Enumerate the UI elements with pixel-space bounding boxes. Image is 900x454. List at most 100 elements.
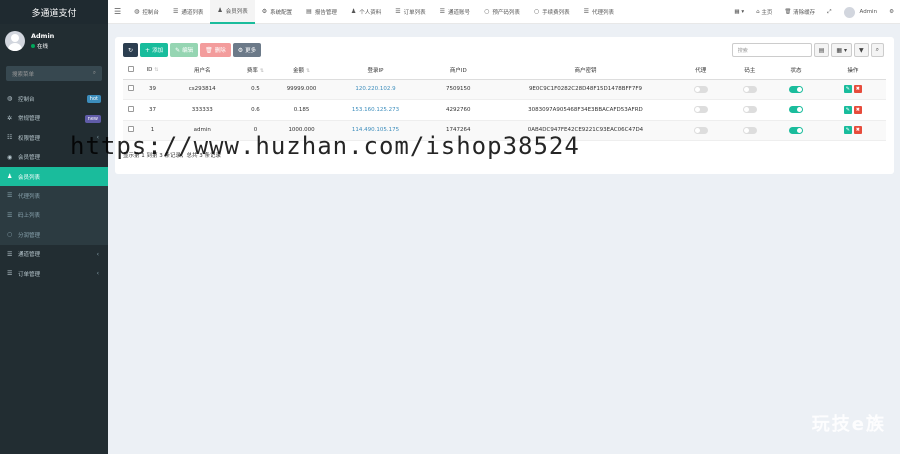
settings-icon[interactable]: ⚙	[883, 9, 900, 15]
column-header-10[interactable]: 状态	[772, 62, 820, 80]
sidebar-item-6[interactable]: ☰ 码上列表	[0, 205, 108, 225]
column-header-7[interactable]: 商户密钥	[496, 62, 675, 80]
sidebar-item-label: 通道管理	[18, 252, 41, 259]
cogs-icon: ✲	[7, 114, 13, 122]
home-link[interactable]: ⌂ 主页	[750, 8, 778, 16]
coder-toggle[interactable]	[742, 126, 757, 134]
cell-ip[interactable]: 153.160.125.273	[331, 99, 420, 121]
list-icon: ☰	[583, 8, 589, 15]
cell-merchant_id: 7509150	[419, 79, 497, 100]
agent-toggle[interactable]	[693, 106, 708, 114]
coder-toggle[interactable]	[742, 85, 757, 93]
sidebar-item-label: 分润管理	[18, 232, 41, 239]
tab-grid-icon[interactable]: ▦ ▾	[728, 9, 750, 15]
column-header-4[interactable]: 金额 ⇅	[272, 62, 332, 80]
sidebar-item-7[interactable]: ○ 分润管理	[0, 225, 108, 245]
clear-cache-button[interactable]: 🗑 清除缓存	[778, 8, 821, 16]
columns-icon[interactable]: ▦ ▾	[831, 43, 852, 57]
cell-key: 3083097A905468F34E3BBACAFD53AFRD	[496, 99, 675, 121]
more-button[interactable]: ⚙ 更多	[232, 43, 262, 57]
sidebar-item-8[interactable]: ☰ 通道管理 ‹	[0, 245, 108, 265]
avatar	[5, 31, 25, 51]
column-header-5[interactable]: 登录IP	[331, 62, 420, 80]
column-header-label: 用户名	[193, 68, 211, 75]
select-all-checkbox[interactable]	[128, 66, 135, 73]
row-delete-button[interactable]: ✖	[853, 85, 862, 94]
list-icon: ☰	[7, 192, 13, 200]
row-edit-button[interactable]: ✎	[843, 85, 852, 94]
tab-5[interactable]: ♟ 个人资料	[344, 0, 388, 24]
delete-button[interactable]: 🗑 删除	[200, 43, 231, 57]
column-header-0[interactable]	[123, 62, 140, 80]
tab-6[interactable]: ☰ 订单列表	[388, 0, 432, 24]
fullscreen-icon[interactable]: ⤢	[821, 9, 837, 16]
app-title[interactable]: 多通道支付	[0, 0, 108, 24]
agent-toggle[interactable]	[693, 85, 708, 93]
table-view-icon[interactable]: ▤	[813, 43, 830, 57]
tab-3[interactable]: ⚙ 系统配置	[255, 0, 299, 24]
menu-toggle-icon[interactable]: ☰	[108, 0, 127, 24]
coder-toggle[interactable]	[742, 106, 757, 114]
tab-10[interactable]: ☰ 代理列表	[577, 0, 621, 24]
row-checkbox[interactable]	[128, 85, 135, 92]
tab-1[interactable]: ☰ 通道列表	[166, 0, 210, 24]
column-header-3[interactable]: 费率 ⇅	[238, 62, 272, 80]
circle-icon: ○	[533, 8, 540, 15]
chevron-left-icon: ‹	[96, 250, 99, 258]
tab-bar: ◍ 控制台 ☰ 通道列表 ♟ 会员列表 ⚙ 系统配置 ▤ 报告管理 ♟ 个人资料 ☰ 订单列表 ☰ 通道账号 ○…	[127, 0, 621, 24]
sidebar-item-1[interactable]: ✲ 常规管理 new	[0, 109, 108, 129]
export-icon[interactable]: ▼	[854, 43, 869, 57]
row-edit-button[interactable]: ✎	[843, 105, 852, 114]
table-row[interactable]: 37 333333 0.6 0.185 153.160.125.273 4292760 30…	[123, 99, 886, 121]
tab-0[interactable]: ◍ 控制台	[127, 0, 166, 24]
admin-menu[interactable]: Admin	[838, 6, 884, 18]
add-button[interactable]: + 添加	[140, 43, 169, 57]
row-delete-button[interactable]: ✖	[853, 105, 862, 114]
edit-button[interactable]: ✎ 编辑	[170, 43, 199, 57]
sidebar-item-5[interactable]: ☰ 代理列表	[0, 186, 108, 206]
cell-actions: ✎ ✖	[819, 120, 886, 141]
column-header-11[interactable]: 操作	[819, 62, 886, 80]
sidebar-item-9[interactable]: ☰ 订单管理 ‹	[0, 264, 108, 284]
column-header-label: 商户密钥	[574, 68, 597, 75]
tab-9[interactable]: ○ 手续费列表	[527, 0, 577, 24]
tab-label: 手续费列表	[542, 9, 570, 16]
status-toggle[interactable]	[789, 106, 803, 114]
tab-4[interactable]: ▤ 报告管理	[299, 0, 344, 24]
list-icon: ☰	[439, 8, 446, 15]
column-header-1[interactable]: ID ⇅	[139, 62, 166, 80]
tab-8[interactable]: ○ 预产码列表	[477, 0, 527, 24]
refresh-icon: ↻	[128, 46, 134, 54]
status-toggle[interactable]	[789, 85, 803, 93]
table-search-input[interactable]: 搜索	[731, 43, 812, 57]
sort-icon[interactable]: ⇅	[306, 68, 310, 74]
tab-label: 控制台	[142, 9, 159, 16]
refresh-button[interactable]: ↻	[123, 43, 139, 57]
column-header-8[interactable]: 代理	[674, 62, 728, 80]
search-toggle-icon[interactable]: ⌕	[870, 43, 884, 57]
dashboard-icon: ◍	[7, 95, 13, 103]
row-checkbox[interactable]	[128, 105, 135, 112]
column-header-9[interactable]: 码主	[727, 62, 773, 80]
row-edit-button[interactable]: ✎	[843, 126, 852, 135]
column-header-6[interactable]: 商户ID	[419, 62, 497, 80]
row-delete-button[interactable]: ✖	[853, 126, 862, 135]
column-header-label: 操作	[847, 68, 859, 75]
user-circle-icon: ◉	[7, 153, 13, 161]
agent-toggle[interactable]	[693, 126, 708, 134]
sidebar-item-0[interactable]: ◍ 控制台 hot	[0, 89, 108, 109]
tab-2[interactable]: ♟ 会员列表	[210, 0, 255, 24]
status-toggle[interactable]	[789, 126, 803, 134]
sidebar-search[interactable]: 搜索菜单 ⌕	[6, 66, 102, 81]
cell-ip[interactable]: 120.220.102.9	[331, 79, 420, 100]
table-row[interactable]: 39 cs293814 0.5 99999.000 120.220.102.9 75091…	[123, 79, 886, 100]
sort-icon[interactable]: ⇅	[154, 67, 158, 73]
column-header-label: ID	[146, 67, 153, 74]
sidebar-item-label: 会员管理	[18, 155, 41, 162]
sidebar-item-4[interactable]: ♟ 会员列表	[0, 167, 108, 186]
circle-icon: ○	[7, 231, 13, 239]
sort-icon[interactable]: ⇅	[260, 68, 264, 74]
tab-7[interactable]: ☰ 通道账号	[433, 0, 477, 24]
column-header-2[interactable]: 用户名	[165, 62, 239, 80]
table-header-row: ID ⇅ 用户名 费率 ⇅ 金额 ⇅ 登录IP 商户ID 商户密钥 代理 码主 状态 操作	[123, 62, 886, 80]
